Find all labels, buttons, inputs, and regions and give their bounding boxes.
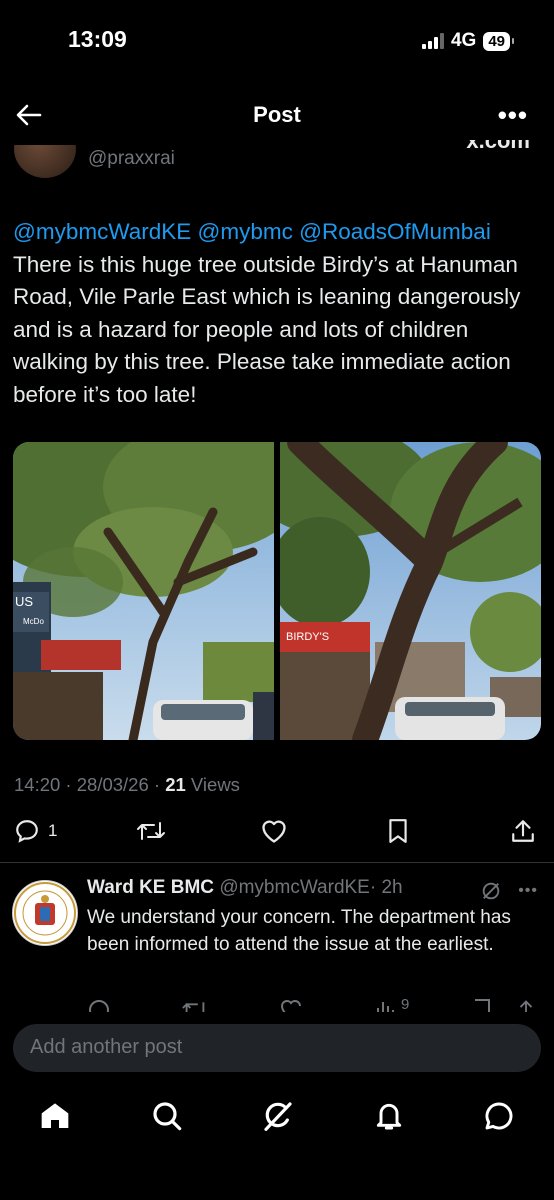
author-handle[interactable]: @praxxrai xyxy=(88,148,175,170)
leaning-tree-photo-icon: BIRDY'S xyxy=(280,442,541,740)
shop-sign-text: McDo xyxy=(23,617,44,626)
tweet-photo-2[interactable]: BIRDY'S xyxy=(280,442,541,740)
tab-messages[interactable] xyxy=(477,1094,521,1138)
bmc-logo-icon xyxy=(14,882,76,944)
bookmark-icon xyxy=(389,819,407,843)
reply-author-handle[interactable]: @mybmcWardKE xyxy=(219,877,370,898)
bookmark-button[interactable] xyxy=(386,818,410,844)
views-count: 21 xyxy=(165,774,186,795)
share-button[interactable] xyxy=(510,818,536,844)
battery-icon: 49 xyxy=(483,31,514,51)
mention-link[interactable]: @mybmcWardKE xyxy=(13,219,191,244)
tweet-photo-1[interactable]: US McDo xyxy=(13,442,274,740)
divider xyxy=(0,862,554,863)
bookmark-icon[interactable] xyxy=(471,996,493,1012)
status-time: 13:09 xyxy=(68,26,127,52)
home-icon xyxy=(41,1103,69,1128)
shop-sign-text: US xyxy=(15,594,33,609)
tweet-timestamp: 14:20 · 28/03/26 · xyxy=(14,774,166,795)
reply-icon[interactable] xyxy=(87,996,111,1012)
heart-icon[interactable] xyxy=(279,996,303,1012)
repost-icon[interactable] xyxy=(181,996,209,1012)
reply-button[interactable]: 1 xyxy=(14,818,57,844)
tweet-text: @mybmcWardKE @mybmc @RoadsOfMumbai There… xyxy=(13,216,541,411)
chat-icon xyxy=(485,1102,513,1130)
reply-more-icon[interactable]: ••• xyxy=(518,882,538,900)
mention-link[interactable]: @RoadsOfMumbai xyxy=(299,219,491,244)
reply-text: We understand your concern. The departme… xyxy=(87,907,511,955)
tweet-meta: 14:20 · 28/03/26 · 21 Views xyxy=(14,774,240,796)
tab-grok[interactable] xyxy=(256,1094,300,1138)
shop-sign-text: BIRDY'S xyxy=(286,631,329,643)
mention-link[interactable]: @mybmc xyxy=(198,219,293,244)
reply-avatar[interactable] xyxy=(12,880,78,946)
share-icon[interactable] xyxy=(515,996,537,1012)
tweet-media: US McDo BIRDY'S xyxy=(13,442,541,740)
repost-icon xyxy=(137,822,165,840)
street-tree-photo-icon: US McDo xyxy=(13,442,274,740)
reply-views-count: 9 xyxy=(401,996,410,1012)
tab-search[interactable] xyxy=(145,1094,189,1138)
tab-home[interactable] xyxy=(33,1094,77,1138)
reply-actions: 9 xyxy=(87,996,537,1012)
reply-header-icons: ••• xyxy=(480,880,538,902)
bottom-tab-bar xyxy=(0,1094,554,1142)
reply-header: Ward KE BMC @mybmcWardKE· 2h xyxy=(87,877,403,899)
composer-placeholder: Add another post xyxy=(30,1036,183,1058)
views-label: Views xyxy=(185,774,240,795)
network-label: 4G xyxy=(450,30,477,51)
tweet-actions: 1 xyxy=(14,818,538,848)
share-icon xyxy=(512,820,534,842)
reply-icon xyxy=(16,820,38,843)
like-button[interactable] xyxy=(260,818,288,844)
signal-icon xyxy=(421,33,444,49)
repost-button[interactable] xyxy=(136,818,166,844)
status-indicators: 4G 49 xyxy=(421,30,514,52)
views-icon xyxy=(377,1002,394,1012)
page-title: Post xyxy=(253,102,301,127)
reply-count: 1 xyxy=(48,821,58,840)
heart-icon xyxy=(262,820,286,843)
more-options-icon[interactable]: ••• xyxy=(498,100,528,131)
cut-off-link-text: x.com xyxy=(466,128,530,153)
views-button[interactable]: 9 xyxy=(375,996,409,1012)
tweet-body: There is this huge tree outside Birdy’s … xyxy=(13,251,521,407)
reply-author-name[interactable]: Ward KE BMC xyxy=(87,877,214,898)
search-icon xyxy=(153,1102,182,1131)
bell-icon xyxy=(376,1103,402,1130)
grok-icon xyxy=(264,1102,292,1131)
grok-icon[interactable] xyxy=(480,880,502,902)
tab-notifications[interactable] xyxy=(367,1094,411,1138)
reply-time: · 2h xyxy=(369,877,403,898)
